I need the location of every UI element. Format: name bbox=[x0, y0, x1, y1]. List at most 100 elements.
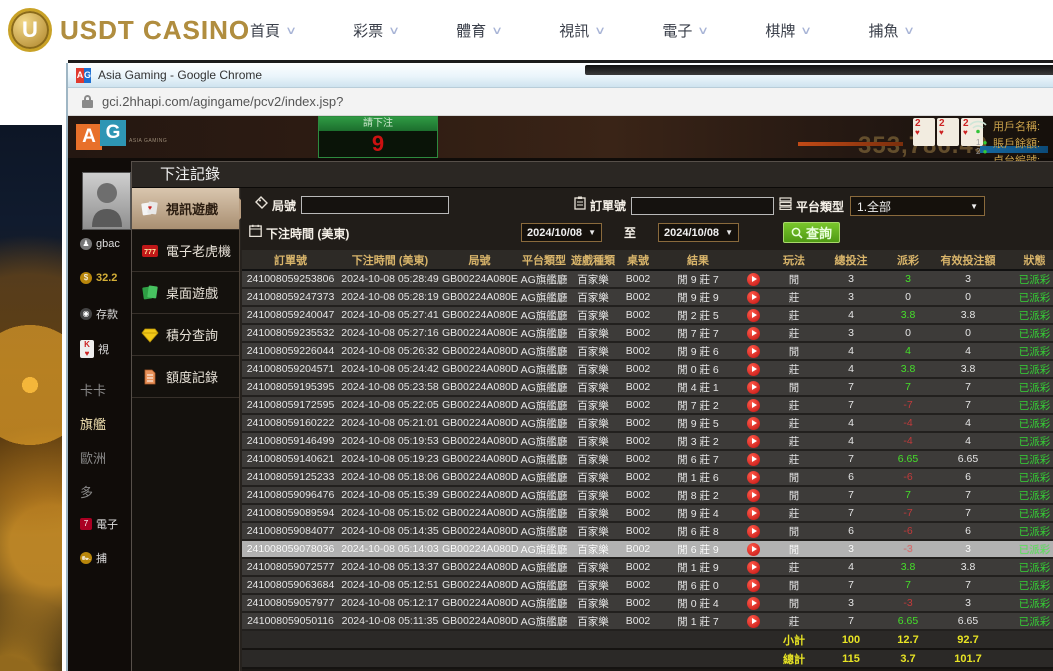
replay-video-icon[interactable] bbox=[747, 489, 760, 502]
cell-replay bbox=[736, 360, 770, 378]
sidebar-item-points-query[interactable]: 積分查詢 bbox=[132, 314, 239, 356]
lobby-item-label: 旗艦 bbox=[80, 414, 106, 433]
lobby-item-存款[interactable]: ◉存款 bbox=[80, 306, 118, 322]
table-row[interactable]: 2410080591725952024-10-08 05:22:05GB0022… bbox=[242, 396, 1053, 414]
nav-item-1[interactable]: 首頁∨ bbox=[250, 20, 295, 41]
order-filter-input[interactable] bbox=[631, 197, 774, 215]
nav-item-4[interactable]: 視訊∨ bbox=[559, 20, 604, 41]
platform-select[interactable]: 1.全部 ▼ bbox=[850, 196, 985, 216]
total-row-valid: 101.7 bbox=[932, 649, 1004, 668]
total-row-bet: 115 bbox=[818, 649, 884, 668]
replay-video-icon[interactable] bbox=[747, 381, 760, 394]
replay-video-icon[interactable] bbox=[747, 417, 760, 430]
nav-item-3[interactable]: 體育∨ bbox=[456, 20, 501, 41]
platform-select-value: 1.全部 bbox=[857, 198, 891, 215]
lobby-item-捕[interactable]: ๛捕 bbox=[80, 550, 107, 566]
table-row[interactable]: 2410080592400472024-10-08 05:27:41GB0022… bbox=[242, 306, 1053, 324]
total-row-label: 總計 bbox=[770, 649, 818, 668]
table-row[interactable]: 2410080592355322024-10-08 05:27:16GB0022… bbox=[242, 324, 1053, 342]
cell-result: 閒 3 莊 2 bbox=[660, 432, 736, 450]
cell-platform: AG旗艦廳 bbox=[518, 288, 570, 306]
table-row[interactable]: 2410080592045712024-10-08 05:24:42GB0022… bbox=[242, 360, 1053, 378]
table-row[interactable]: 2410080590725772024-10-08 05:13:37GB0022… bbox=[242, 558, 1053, 576]
table-row[interactable]: 2410080592538062024-10-08 05:28:49GB0022… bbox=[242, 270, 1053, 288]
payout-value: -4 bbox=[903, 417, 912, 429]
column-header: 玩法 bbox=[770, 250, 818, 270]
lobby-item-電子[interactable]: 7電子 bbox=[80, 516, 118, 532]
table-row[interactable]: 2410080590579772024-10-08 05:12:17GB0022… bbox=[242, 594, 1053, 612]
cell-total-bet: 4 bbox=[818, 414, 884, 432]
replay-video-icon[interactable] bbox=[747, 309, 760, 322]
replay-video-icon[interactable] bbox=[747, 525, 760, 538]
search-button[interactable]: 查詢 bbox=[783, 222, 840, 243]
replay-video-icon[interactable] bbox=[747, 615, 760, 628]
game-topbar: A G ASIA GAMING 請下注 9 353,786.49 2♥2♥2♥ … bbox=[68, 116, 1053, 158]
table-row[interactable]: 2410080591252332024-10-08 05:18:06GB0022… bbox=[242, 468, 1053, 486]
round-filter-input[interactable] bbox=[301, 196, 449, 214]
lobby-item-32.2[interactable]: $32.2 bbox=[80, 272, 117, 284]
replay-video-icon[interactable] bbox=[747, 561, 760, 574]
sidebar-item-credit-records[interactable]: 額度記錄 bbox=[132, 356, 239, 398]
lobby-item-gbac[interactable]: ♟gbac bbox=[80, 238, 120, 250]
site-logo[interactable]: U USDT CASINO bbox=[8, 8, 250, 52]
table-row[interactable]: 2410080590501162024-10-08 05:11:35GB0022… bbox=[242, 612, 1053, 630]
lobby-item-label: 電子 bbox=[96, 516, 118, 532]
status-paid-label: 已派彩 bbox=[1019, 472, 1051, 484]
replay-video-icon[interactable] bbox=[747, 327, 760, 340]
lobby-item-label: 卡卡 bbox=[80, 380, 106, 399]
nav-item-2[interactable]: 彩票∨ bbox=[353, 20, 398, 41]
replay-video-icon[interactable] bbox=[747, 273, 760, 286]
replay-video-icon[interactable] bbox=[747, 471, 760, 484]
cell-result: 閒 7 莊 2 bbox=[660, 396, 736, 414]
url-bar[interactable]: gci.2hhapi.com/agingame/pcv2/index.jsp? bbox=[68, 88, 1053, 116]
window-titlebar[interactable]: AG Asia Gaming - Google Chrome bbox=[68, 63, 1053, 88]
site-header: U USDT CASINO 首頁∨ 彩票∨ 體育∨ 視訊∨ 電子∨ 棋牌∨ 捕魚∨ bbox=[0, 0, 1053, 60]
lobby-item-視[interactable]: K♥視 bbox=[80, 340, 109, 358]
table-row[interactable]: 2410080591602222024-10-08 05:21:01GB0022… bbox=[242, 414, 1053, 432]
table-row[interactable]: 2410080590780362024-10-08 05:14:03GB0022… bbox=[242, 540, 1053, 558]
cell-valid-bet: 4 bbox=[932, 414, 1004, 432]
nav-item-7[interactable]: 捕魚∨ bbox=[868, 20, 913, 41]
lobby-item-多[interactable]: 多 bbox=[80, 482, 93, 501]
cell-play-type: 閒 bbox=[770, 540, 818, 558]
replay-video-icon[interactable] bbox=[747, 435, 760, 448]
payout-value: 0 bbox=[905, 291, 911, 303]
date-from-select[interactable]: 2024/10/08▼ bbox=[521, 223, 602, 242]
replay-video-icon[interactable] bbox=[747, 507, 760, 520]
table-row[interactable]: 2410080592473732024-10-08 05:28:19GB0022… bbox=[242, 288, 1053, 306]
table-row[interactable]: 2410080590636842024-10-08 05:12:51GB0022… bbox=[242, 576, 1053, 594]
table-row[interactable]: 2410080592260442024-10-08 05:26:32GB0022… bbox=[242, 342, 1053, 360]
date-to-select[interactable]: 2024/10/08▼ bbox=[658, 223, 739, 242]
replay-video-icon[interactable] bbox=[747, 291, 760, 304]
replay-video-icon[interactable] bbox=[747, 453, 760, 466]
table-row[interactable]: 2410080590964762024-10-08 05:15:39GB0022… bbox=[242, 486, 1053, 504]
nav-item-label: 體育 bbox=[456, 20, 486, 41]
replay-video-icon[interactable] bbox=[747, 579, 760, 592]
cell-bet-time: 2024-10-08 05:15:39 bbox=[339, 486, 441, 504]
cell-round-number: GB00224A080DL bbox=[441, 468, 518, 486]
replay-video-icon[interactable] bbox=[747, 363, 760, 376]
lobby-item-旗艦[interactable]: 旗艦 bbox=[80, 414, 106, 433]
crypto-background-image bbox=[0, 125, 62, 671]
nav-item-5[interactable]: 電子∨ bbox=[662, 20, 707, 41]
replay-video-icon[interactable] bbox=[747, 345, 760, 358]
table-row[interactable]: 2410080591953952024-10-08 05:23:58GB0022… bbox=[242, 378, 1053, 396]
sidebar-item-table-games[interactable]: 桌面遊戲 bbox=[132, 272, 239, 314]
sidebar-item-video-games[interactable]: ♥視訊遊戲 bbox=[132, 188, 239, 230]
sidebar-item-slot-machines[interactable]: 777電子老虎機 bbox=[132, 230, 239, 272]
replay-video-icon[interactable] bbox=[747, 597, 760, 610]
nav-item-6[interactable]: 棋牌∨ bbox=[765, 20, 810, 41]
dialog-sidebar: ♥視訊遊戲777電子老虎機桌面遊戲積分查詢額度記錄 bbox=[132, 188, 240, 671]
payout-value: 3.8 bbox=[901, 309, 916, 321]
table-row[interactable]: 2410080590895942024-10-08 05:15:02GB0022… bbox=[242, 504, 1053, 522]
replay-video-icon[interactable] bbox=[747, 543, 760, 556]
column-header: 結果 bbox=[660, 250, 736, 270]
table-row[interactable]: 2410080591406212024-10-08 05:19:23GB0022… bbox=[242, 450, 1053, 468]
lobby-item-卡卡[interactable]: 卡卡 bbox=[80, 380, 106, 399]
lobby-item-歐洲[interactable]: 歐洲 bbox=[80, 448, 106, 467]
cell-platform: AG旗艦廳 bbox=[518, 396, 570, 414]
seat-indicators: 1 ●2 ● bbox=[976, 138, 988, 156]
table-row[interactable]: 2410080591464992024-10-08 05:19:53GB0022… bbox=[242, 432, 1053, 450]
table-row[interactable]: 2410080590840772024-10-08 05:14:35GB0022… bbox=[242, 522, 1053, 540]
replay-video-icon[interactable] bbox=[747, 399, 760, 412]
